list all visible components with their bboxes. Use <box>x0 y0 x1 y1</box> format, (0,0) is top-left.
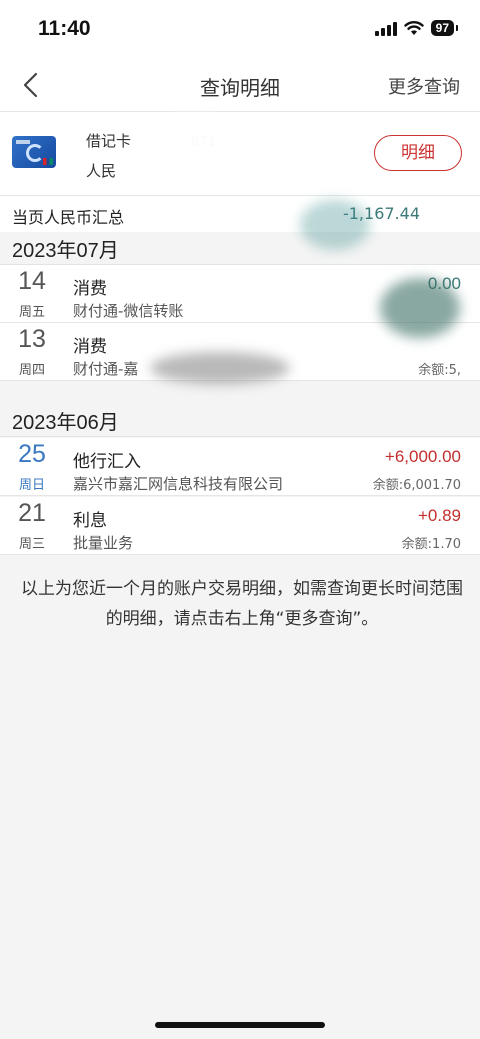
transaction-row[interactable]: 21 周三 利息 批量业务 +0.89 余额:1.70 <box>0 497 480 555</box>
tx-balance: 余额:1.70 <box>401 537 461 552</box>
card-currency: 人民 <box>86 162 117 180</box>
tx-type: 消费 <box>73 337 107 357</box>
tx-weekday: 周日 <box>18 478 45 493</box>
tx-type: 他行汇入 <box>73 452 141 472</box>
tx-description: 批量业务 <box>73 534 134 552</box>
tx-type: 利息 <box>73 511 107 531</box>
home-indicator[interactable] <box>155 1022 325 1028</box>
status-bar: 11:40 97 <box>0 0 480 58</box>
status-time: 11:40 <box>38 17 91 40</box>
redaction-blot <box>150 352 290 384</box>
battery-cap <box>456 25 458 31</box>
status-icons: 97 <box>374 20 458 36</box>
tx-description: 财付通-嘉 <box>73 360 139 378</box>
tx-description: 嘉兴市嘉汇网信息科技有限公司 <box>73 475 284 493</box>
tx-amount: +0.89 <box>417 506 461 525</box>
battery-indicator: 97 <box>430 20 454 36</box>
redaction-blot <box>300 200 370 250</box>
tx-day: 13 <box>18 325 46 353</box>
signal-icon <box>374 20 397 36</box>
redaction-blot <box>150 116 240 186</box>
card-type: 借记卡 <box>86 132 132 150</box>
tx-balance: 余额:5, <box>418 363 461 378</box>
tx-balance: 余额:6,001.70 <box>372 478 461 493</box>
tx-type: 消费 <box>73 279 107 299</box>
tx-amount: +6,000.00 <box>384 447 461 466</box>
bank-card-icon <box>12 136 56 168</box>
account-card-row: 借记卡871 人民 明细 <box>0 112 480 196</box>
month-header: 2023年07月 <box>0 232 480 265</box>
tx-weekday: 周三 <box>18 537 45 552</box>
tx-weekday: 周五 <box>18 305 45 320</box>
month-label: 2023年06月 <box>12 412 119 434</box>
wifi-icon <box>403 21 424 35</box>
more-query-button[interactable]: 更多查询 <box>388 73 460 99</box>
detail-button[interactable]: 明细 <box>374 135 462 171</box>
redaction-blot <box>380 278 460 338</box>
tx-day: 25 <box>18 440 46 468</box>
month-label: 2023年07月 <box>12 240 119 262</box>
tx-description: 财付通-微信转账 <box>73 302 184 320</box>
tx-day: 21 <box>18 499 46 527</box>
month-header: 2023年06月 <box>0 404 480 437</box>
range-notice: 以上为您近一个月的账户交易明细，如需查询更长时间范围的明细，请点击右上角“更多查… <box>21 579 463 629</box>
summary-row: 当页人民币汇总 -1,167.44 <box>0 196 480 232</box>
tx-weekday: 周四 <box>18 363 45 378</box>
tx-day: 14 <box>18 267 46 295</box>
transaction-row[interactable]: 25 周日 他行汇入 嘉兴市嘉汇网信息科技有限公司 +6,000.00 余额:6… <box>0 438 480 496</box>
summary-label: 当页人民币汇总 <box>12 208 125 227</box>
nav-bar: 查询明细 更多查询 <box>0 58 480 112</box>
